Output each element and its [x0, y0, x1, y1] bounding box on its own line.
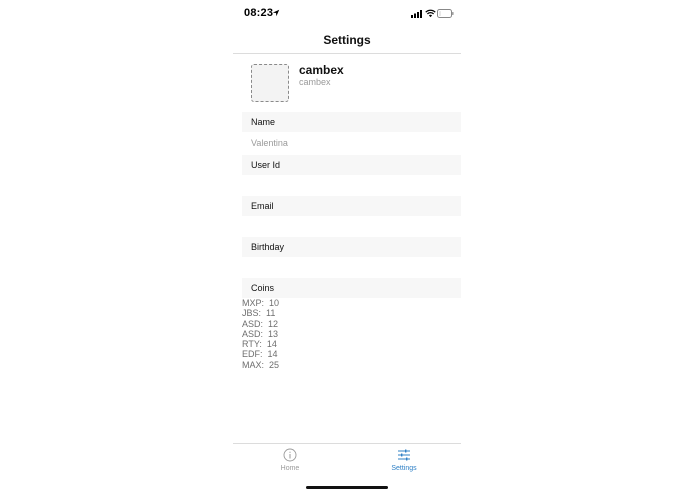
navigation-bar: Settings — [233, 28, 461, 54]
status-time: 08:23 — [244, 7, 274, 19]
user-id-label: User Id — [251, 160, 281, 170]
status-bar: 08:23 — [233, 0, 461, 28]
coins-list: MXP: 10 JBS: 11 ASD: 12 ASD: 13 RTY: 14 … — [242, 298, 279, 370]
name-section-header: Name — [242, 112, 461, 132]
tab-settings[interactable]: Settings — [347, 448, 461, 478]
profile-username: cambex — [299, 77, 331, 87]
coin-row: RTY: 14 — [242, 339, 277, 350]
birthday-section-header: Birthday — [242, 237, 461, 257]
user-id-section-header: User Id — [242, 155, 461, 175]
coins-label: Coins — [251, 283, 275, 293]
info-icon — [283, 448, 297, 462]
email-section-header: Email — [242, 196, 461, 216]
coin-row: MXP: 10 — [242, 298, 280, 308]
name-value[interactable]: Valentina — [251, 138, 288, 148]
location-arrow-icon — [272, 9, 280, 17]
coin-row: MAX: 25 — [242, 359, 280, 370]
sliders-icon — [398, 449, 410, 461]
coin-row: JBS: 11 — [242, 308, 276, 319]
name-label: Name — [251, 117, 276, 127]
coins-section-header: Coins — [242, 278, 461, 298]
tab-settings-label: Settings — [391, 465, 417, 472]
coin-row: ASD: 13 — [242, 328, 279, 339]
cellular-signal-icon — [411, 10, 422, 18]
email-label: Email — [251, 201, 274, 211]
phone-screen: 08:23 Settings cambex cambex Name Valent… — [233, 0, 461, 495]
wifi-icon — [425, 9, 436, 18]
birthday-label: Birthday — [251, 242, 285, 252]
coin-row: ASD: 12 — [242, 318, 279, 329]
profile-name: cambex — [299, 63, 344, 77]
avatar[interactable] — [251, 64, 289, 102]
coin-row: EDF: 14 — [242, 349, 278, 360]
battery-icon — [437, 9, 454, 18]
tab-home-label: Home — [280, 465, 300, 472]
tab-home[interactable]: Home — [233, 448, 347, 478]
home-indicator[interactable] — [306, 486, 388, 489]
page-title: Settings — [323, 33, 371, 47]
